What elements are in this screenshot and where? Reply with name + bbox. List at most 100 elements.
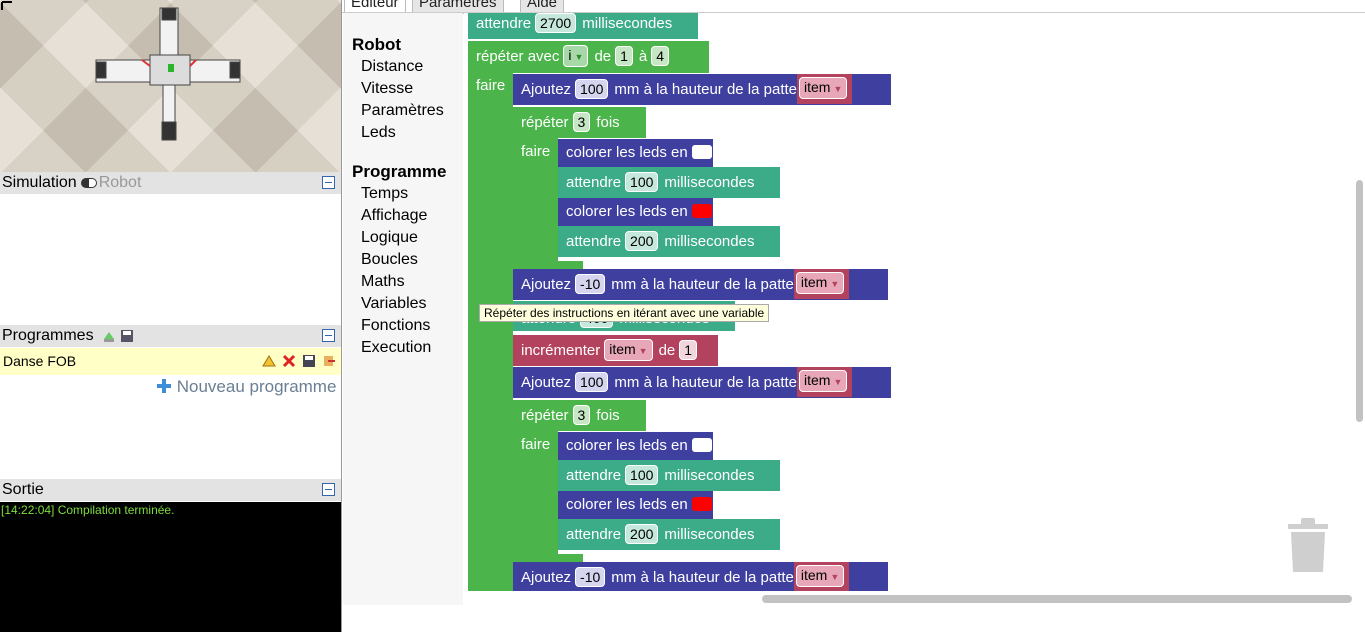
wait-label: attendre xyxy=(476,15,532,32)
add-height-block[interactable]: Ajoutez -10 mm à la hauteur de la patte ite… xyxy=(513,562,888,591)
led-color-white[interactable] xyxy=(691,145,712,160)
save-icon[interactable] xyxy=(302,354,316,368)
category-vitesse[interactable]: Vitesse xyxy=(361,80,413,98)
wait-block[interactable]: attendre 100 millisecondes xyxy=(558,167,780,198)
add-text: mm à la hauteur de la patte xyxy=(611,276,794,293)
led-color-white[interactable] xyxy=(691,438,712,453)
color-leds-block[interactable]: colorer les leds en xyxy=(558,198,713,226)
simulation-title: Simulation xyxy=(2,174,77,191)
delete-icon[interactable] xyxy=(282,354,296,368)
wait-value[interactable]: 200 xyxy=(625,524,659,545)
output-log-line: [14:22:04] Compilation terminée. xyxy=(1,503,175,517)
repeat-block[interactable]: répéter 3 fois xyxy=(513,400,646,431)
item-variable-name: item xyxy=(609,341,636,358)
item-variable[interactable]: item ▼ xyxy=(799,77,848,100)
item-variable-block[interactable]: item ▼ xyxy=(793,562,850,591)
category-affichage[interactable]: Affichage xyxy=(361,207,427,225)
trash-icon[interactable] xyxy=(1288,518,1328,572)
item-variable-block[interactable]: item ▼ xyxy=(797,367,853,398)
category-parametres[interactable]: Paramètres xyxy=(361,102,444,120)
programmes-title: Programmes xyxy=(2,327,94,344)
color-leds-block[interactable]: colorer les leds en xyxy=(558,491,713,519)
programmes-header: Programmes xyxy=(0,325,341,347)
robot-toggle-icon[interactable] xyxy=(80,177,97,188)
wait-value[interactable]: 100 xyxy=(625,172,659,193)
loop-to[interactable]: 4 xyxy=(651,46,670,67)
export-icon[interactable] xyxy=(262,354,276,368)
add-value[interactable]: 100 xyxy=(575,372,609,393)
for-loop-body-stem xyxy=(468,73,513,591)
category-boucles[interactable]: Boucles xyxy=(361,251,418,269)
color-label: colorer les leds en xyxy=(566,437,688,454)
led-color-red[interactable] xyxy=(691,204,712,219)
increment-block[interactable]: incrémenter item ▼ de 1 xyxy=(513,335,718,366)
add-value[interactable]: -10 xyxy=(575,274,606,295)
color-leds-block[interactable]: colorer les leds en xyxy=(558,139,713,167)
category-execution[interactable]: Execution xyxy=(361,339,431,357)
item-variable[interactable]: item ▼ xyxy=(604,339,653,362)
collapse-programmes-button[interactable] xyxy=(322,329,335,342)
add-value[interactable]: -10 xyxy=(575,567,606,588)
wait-unit: millisecondes xyxy=(664,467,755,484)
wait-block[interactable]: attendre 2700 millisecondes xyxy=(468,13,698,39)
dropdown-arrow-icon: ▼ xyxy=(638,346,648,357)
category-temps[interactable]: Temps xyxy=(361,185,408,203)
item-variable-block[interactable]: item ▼ xyxy=(793,269,850,300)
simulation-view[interactable] xyxy=(0,0,341,172)
color-leds-block[interactable]: colorer les leds en xyxy=(558,432,713,460)
dropdown-arrow-icon: ▼ xyxy=(830,572,840,583)
item-variable[interactable]: item ▼ xyxy=(795,565,845,588)
category-robot[interactable]: Robot xyxy=(352,35,401,55)
run-icon[interactable] xyxy=(322,354,336,368)
wait-block[interactable]: attendre 200 millisecondes xyxy=(558,519,780,550)
wait-block[interactable]: attendre 200 millisecondes xyxy=(558,226,780,257)
programme-item[interactable]: Danse FOB xyxy=(0,348,341,375)
repeat-block[interactable]: répéter 3 fois xyxy=(513,107,646,138)
increment-label: incrémenter xyxy=(521,342,601,359)
category-distance[interactable]: Distance xyxy=(361,58,423,76)
wait-value[interactable]: 200 xyxy=(625,231,659,252)
vertical-scrollbar[interactable] xyxy=(1356,180,1363,422)
category-fonctions[interactable]: Fonctions xyxy=(361,317,430,335)
item-variable-name: item xyxy=(804,372,831,389)
loop-from[interactable]: 1 xyxy=(615,46,633,67)
robot-toggle-label: Robot xyxy=(98,174,142,191)
loop-variable[interactable]: i ▼ xyxy=(563,45,589,68)
increment-value[interactable]: 1 xyxy=(679,340,698,361)
collapse-sortie-button[interactable] xyxy=(322,483,335,496)
add-label: Ajoutez xyxy=(521,374,572,391)
wait-block[interactable]: attendre 100 millisecondes xyxy=(558,460,780,491)
category-logique[interactable]: Logique xyxy=(361,229,418,247)
category-programme[interactable]: Programme xyxy=(352,162,446,182)
import-icon[interactable] xyxy=(102,329,116,343)
repeat-foot xyxy=(513,261,583,269)
repeat-count[interactable]: 3 xyxy=(572,405,591,426)
new-programme-link[interactable]: Nouveau programme xyxy=(156,377,336,397)
category-variables[interactable]: Variables xyxy=(361,295,427,313)
for-loop-block[interactable]: répéter avec i ▼ de 1 à 4 xyxy=(468,41,709,73)
wait-value[interactable]: 2700 xyxy=(535,13,577,34)
collapse-simulation-button[interactable] xyxy=(322,176,335,189)
dropdown-arrow-icon: ▼ xyxy=(833,377,843,388)
output-console: [14:22:04] Compilation terminée. xyxy=(0,502,341,632)
category-maths[interactable]: Maths xyxy=(361,273,405,291)
category-leds[interactable]: Leds xyxy=(361,124,396,142)
add-text: mm à la hauteur de la patte xyxy=(611,569,794,586)
for-faire-label: faire xyxy=(476,77,506,94)
led-color-red[interactable] xyxy=(691,497,712,512)
item-variable[interactable]: item ▼ xyxy=(799,370,848,393)
blockly-workspace[interactable]: attendre 2700 millisecondes répéter avec i ▼… xyxy=(464,13,1352,591)
item-variable-block[interactable]: item ▼ xyxy=(797,74,853,105)
add-height-block[interactable]: Ajoutez -10 mm à la hauteur de la patte ite… xyxy=(513,269,888,300)
add-height-block[interactable]: Ajoutez 100 mm à la hauteur de la patte ite… xyxy=(513,367,891,398)
repeat-unit: fois xyxy=(596,114,620,131)
save-all-icon[interactable] xyxy=(120,329,134,343)
add-height-block[interactable]: Ajoutez 100 mm à la hauteur de la patte ite… xyxy=(513,74,891,105)
item-variable[interactable]: item ▼ xyxy=(795,272,845,295)
color-label: colorer les leds en xyxy=(566,496,688,513)
horizontal-scrollbar[interactable] xyxy=(762,595,1352,603)
repeat-count[interactable]: 3 xyxy=(572,112,591,133)
wait-unit: millisecondes xyxy=(664,174,755,191)
add-value[interactable]: 100 xyxy=(575,79,609,100)
wait-value[interactable]: 100 xyxy=(625,465,659,486)
